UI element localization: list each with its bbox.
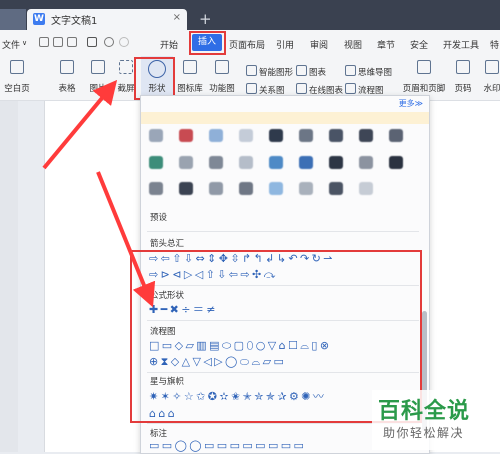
annotation-arrows (42, 79, 156, 308)
watermark-title: 百科全说 (378, 399, 471, 424)
watermark-subtitle: 助你轻松解决 (383, 426, 465, 440)
arrow-to-shapes-button (42, 79, 118, 170)
arrow-to-shapes-list (96, 171, 156, 308)
